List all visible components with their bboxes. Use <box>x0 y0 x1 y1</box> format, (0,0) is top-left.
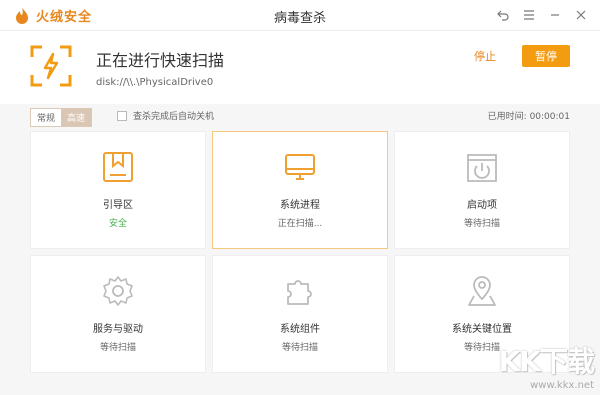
card-name: 服务与驱动 <box>93 324 143 335</box>
card-status: 安全 <box>108 219 127 229</box>
card-startup-items[interactable]: 启动项 等待扫描 <box>394 131 570 249</box>
card-system-components[interactable]: 系统组件 等待扫描 <box>212 255 388 373</box>
watermark: KK下载 www.kkx.net <box>498 340 595 391</box>
scan-title: 正在进行快速扫描 <box>96 51 225 70</box>
scan-mode-toggle[interactable]: 常规 高速 <box>30 108 93 127</box>
card-status: 等待扫描 <box>281 343 318 353</box>
monitor-icon <box>285 154 315 180</box>
window-controls <box>492 5 592 25</box>
watermark-brand: KK下载 <box>498 345 595 378</box>
scan-items-grid: 引导区 安全 系统进程 正在扫描... 启动项 等待扫描 服务与驱动 等待扫描 … <box>30 131 570 373</box>
menu-icon[interactable] <box>518 5 540 25</box>
card-status: 等待扫描 <box>99 343 136 353</box>
card-boot-sector[interactable]: 引导区 安全 <box>30 131 206 249</box>
card-name: 系统进程 <box>280 200 320 211</box>
power-icon <box>467 154 497 182</box>
auto-shutdown-checkbox[interactable] <box>117 110 127 121</box>
card-name: 引导区 <box>103 200 133 211</box>
puzzle-icon <box>287 280 312 305</box>
card-services-drivers[interactable]: 服务与驱动 等待扫描 <box>30 255 206 373</box>
mode-normal[interactable]: 常规 <box>31 109 62 126</box>
close-icon[interactable] <box>570 5 592 25</box>
card-status: 正在扫描... <box>277 219 323 229</box>
back-icon[interactable] <box>492 5 514 25</box>
pause-button[interactable]: 暂停 <box>522 45 570 67</box>
auto-shutdown-option[interactable]: 查杀完成后自动关机 <box>117 109 214 122</box>
card-name: 系统关键位置 <box>452 324 512 335</box>
scan-lightning-icon <box>30 45 72 87</box>
watermark-url: www.kkx.net <box>530 380 594 391</box>
bookmark-icon <box>103 152 133 182</box>
gear-icon <box>103 276 133 306</box>
card-name: 启动项 <box>467 200 497 211</box>
card-name: 系统组件 <box>280 324 320 335</box>
card-status: 等待扫描 <box>463 219 500 229</box>
stop-button[interactable]: 停止 <box>474 48 496 64</box>
elapsed-time: 已用时间: 00:00:01 <box>487 112 570 122</box>
mode-fast[interactable]: 高速 <box>61 109 92 126</box>
scan-header: 正在进行快速扫描 disk://\\.\PhysicalDrive0 停止 暂停 <box>0 31 600 104</box>
minimize-icon[interactable] <box>544 5 566 25</box>
card-system-process[interactable]: 系统进程 正在扫描... <box>212 131 388 249</box>
auto-shutdown-label: 查杀完成后自动关机 <box>133 112 215 122</box>
location-icon <box>468 276 496 306</box>
title-bar: 火绒安全 病毒查杀 <box>0 0 600 31</box>
scan-path: disk://\\.\PhysicalDrive0 <box>96 77 214 88</box>
options-bar: 常规 高速 查杀完成后自动关机 已用时间: 00:00:01 <box>0 104 600 128</box>
